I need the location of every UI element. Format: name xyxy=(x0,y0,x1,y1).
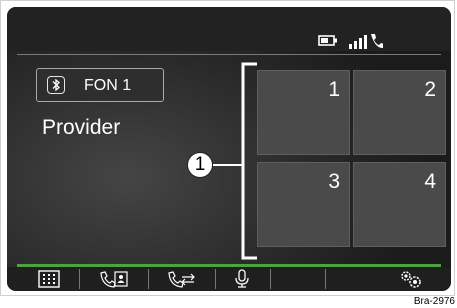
voice-button[interactable] xyxy=(219,269,265,289)
device-frame: FON 1 Provider 1 2 3 4 1 xyxy=(0,0,455,296)
reference-code: Bra-2976 xyxy=(399,296,455,308)
favorite-tile-4[interactable]: 4 xyxy=(353,162,446,247)
phone-name: FON 1 xyxy=(84,77,132,94)
toolbar-separator xyxy=(270,269,271,289)
signal-phone-icon xyxy=(349,34,383,49)
tile-number: 2 xyxy=(424,78,436,101)
bluetooth-icon xyxy=(47,76,65,94)
active-phone-chip[interactable]: FON 1 xyxy=(36,68,164,102)
settings-button[interactable] xyxy=(391,269,431,289)
favorites-bracket xyxy=(241,62,257,260)
tile-number: 1 xyxy=(328,78,340,101)
empty-slot-button xyxy=(273,269,323,289)
microphone-icon xyxy=(235,269,249,288)
infotainment-screen: FON 1 Provider 1 2 3 4 1 xyxy=(7,7,451,291)
toolbar-separator xyxy=(148,269,149,289)
keypad-button[interactable] xyxy=(27,269,71,289)
phonebook-icon xyxy=(100,271,128,288)
toolbar-separator xyxy=(325,269,326,289)
favorite-tile-1[interactable]: 1 xyxy=(257,70,350,155)
status-bar xyxy=(7,7,451,51)
provider-label: Provider xyxy=(42,116,121,139)
settings-gears-icon xyxy=(401,271,421,288)
tile-number: 4 xyxy=(424,170,436,193)
keypad-icon xyxy=(38,270,60,288)
favorite-tile-2[interactable]: 2 xyxy=(353,70,446,155)
tile-number: 3 xyxy=(328,170,340,193)
status-divider xyxy=(17,54,441,55)
callout-marker: 1 xyxy=(187,152,213,178)
contacts-button[interactable] xyxy=(87,269,141,289)
toolbar-separator xyxy=(215,269,216,289)
favorite-tile-3[interactable]: 3 xyxy=(257,162,350,247)
call-list-icon xyxy=(168,271,195,288)
call-list-button[interactable] xyxy=(155,269,209,289)
battery-icon xyxy=(318,35,337,46)
callout-leader-line xyxy=(213,164,242,166)
toolbar-separator xyxy=(79,269,80,289)
